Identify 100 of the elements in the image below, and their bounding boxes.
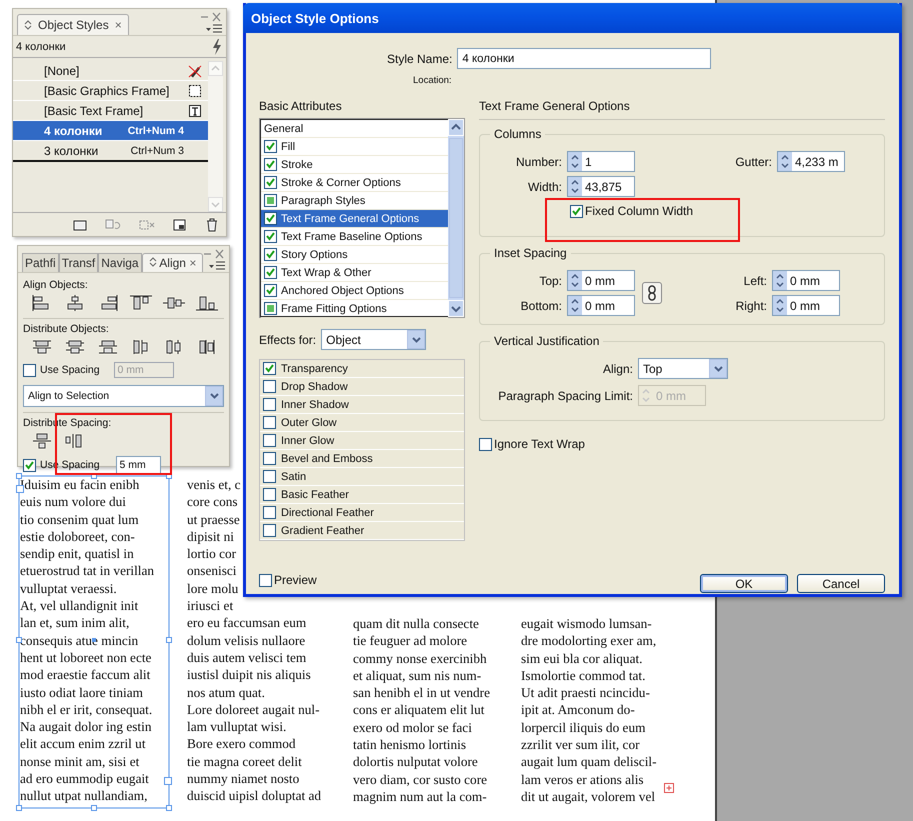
lightning-icon[interactable] bbox=[212, 38, 222, 54]
field-label: Width: bbox=[526, 180, 562, 194]
dialog-button[interactable]: Cancel bbox=[797, 574, 885, 593]
checkbox[interactable] bbox=[479, 438, 492, 450]
checkbox[interactable] bbox=[570, 204, 583, 218]
checkbox[interactable] bbox=[264, 140, 277, 153]
field-label: Align: bbox=[602, 362, 633, 376]
align-to-dropdown[interactable]: Align to Selection bbox=[23, 385, 224, 407]
align-icon[interactable] bbox=[130, 295, 152, 311]
checkbox[interactable] bbox=[263, 524, 276, 537]
distribute-icon[interactable] bbox=[64, 339, 86, 355]
section-label: Align Objects: bbox=[23, 279, 89, 291]
chain-link-button[interactable] bbox=[642, 282, 662, 304]
distribute-icon[interactable] bbox=[97, 339, 119, 355]
distribute-spacing-icon[interactable] bbox=[31, 433, 53, 449]
align-icon[interactable] bbox=[196, 295, 218, 311]
checkbox[interactable] bbox=[264, 230, 277, 243]
checkbox[interactable] bbox=[264, 212, 277, 225]
chevron-down-icon[interactable] bbox=[210, 393, 218, 399]
panel-tab[interactable]: Pathfi bbox=[22, 253, 59, 272]
align-icon[interactable] bbox=[163, 295, 185, 311]
panel-tab[interactable]: Transf bbox=[58, 253, 98, 272]
style-item[interactable]: [None] bbox=[13, 61, 208, 81]
attribute-item[interactable]: Story Options bbox=[261, 246, 448, 264]
panel-tab[interactable]: Object Styles × bbox=[17, 14, 129, 35]
text-line: ero eu faccumsan eum bbox=[187, 614, 306, 632]
overset-icon[interactable] bbox=[664, 783, 674, 793]
checkbox[interactable] bbox=[263, 506, 276, 519]
field-label: Top: bbox=[538, 274, 562, 288]
checkbox[interactable] bbox=[263, 470, 276, 483]
checkbox[interactable] bbox=[264, 158, 277, 171]
checkbox[interactable] bbox=[264, 302, 277, 315]
dialog-button[interactable]: OK bbox=[700, 574, 788, 593]
collapse-icon[interactable] bbox=[24, 20, 32, 30]
folder-icon[interactable] bbox=[73, 218, 87, 230]
align-dropdown[interactable]: Top bbox=[638, 358, 728, 379]
panel-menu-icon[interactable] bbox=[209, 261, 225, 271]
spinner-icon[interactable] bbox=[773, 271, 787, 290]
panel-menu-icon[interactable] bbox=[206, 24, 222, 34]
inset-field[interactable]: 0 mm bbox=[567, 270, 635, 291]
spinner-icon[interactable] bbox=[778, 152, 792, 171]
spinner-icon[interactable] bbox=[568, 271, 582, 290]
checkbox[interactable] bbox=[263, 398, 276, 411]
chevron-down-icon[interactable] bbox=[412, 336, 421, 342]
checkbox[interactable] bbox=[263, 488, 276, 501]
attribute-item[interactable]: Text Frame Baseline Options bbox=[261, 228, 448, 246]
checkbox[interactable] bbox=[264, 248, 277, 261]
checkbox[interactable] bbox=[264, 176, 277, 189]
checkbox[interactable] bbox=[263, 434, 276, 447]
inset-field[interactable]: 0 mm bbox=[567, 295, 635, 316]
spacing-field[interactable]: 5 mm bbox=[116, 456, 161, 474]
location-label: Location: bbox=[413, 75, 452, 86]
spinner-icon[interactable] bbox=[568, 296, 582, 315]
group-title: Inset Spacing bbox=[490, 246, 571, 260]
chain-link-icon bbox=[648, 285, 656, 301]
attribute-item[interactable]: General bbox=[261, 120, 448, 138]
new-style-icon[interactable] bbox=[173, 218, 187, 230]
collapse-icon[interactable] bbox=[148, 257, 157, 267]
attribute-item[interactable]: Fill bbox=[261, 138, 448, 156]
chevron-down-icon[interactable] bbox=[714, 366, 722, 372]
attribute-item[interactable]: Frame Fitting Options bbox=[261, 300, 448, 318]
spinner-icon[interactable] bbox=[773, 296, 787, 315]
field-label: Right: bbox=[734, 298, 767, 312]
text-line: cons er aliquatem elit lut bbox=[353, 701, 484, 719]
text-line: estie doloboreet, con- bbox=[20, 528, 135, 546]
gutter-field[interactable]: 4,233 m bbox=[777, 151, 845, 172]
attribute-item[interactable]: Anchored Object Options bbox=[261, 282, 448, 300]
panel-tab[interactable]: Naviga bbox=[98, 253, 142, 272]
attribute-item[interactable]: Text Wrap & Other bbox=[261, 264, 448, 282]
checkbox[interactable] bbox=[264, 266, 277, 279]
text-line: commy nonse exercinibh bbox=[353, 650, 487, 667]
attribute-item[interactable]: Stroke bbox=[261, 156, 448, 174]
checkbox[interactable] bbox=[263, 362, 276, 375]
trash-icon[interactable] bbox=[205, 218, 219, 232]
width-field[interactable]: 43,875 bbox=[567, 176, 635, 197]
inset-field[interactable]: 0 mm bbox=[772, 270, 840, 291]
checkbox[interactable] bbox=[263, 416, 276, 429]
attribute-item[interactable]: Text Frame General Options bbox=[261, 210, 448, 228]
number-field[interactable]: 1 bbox=[567, 151, 635, 172]
checkbox[interactable] bbox=[23, 458, 36, 472]
inset-field[interactable]: 0 mm bbox=[772, 295, 840, 316]
checkbox[interactable] bbox=[263, 380, 276, 393]
style-name-field[interactable]: 4 колонки bbox=[457, 48, 712, 69]
style-item[interactable]: 4 колонки Ctrl+Num 4 bbox=[13, 121, 208, 141]
effects-dropdown[interactable]: Object bbox=[321, 329, 426, 350]
selection-frame-drawing[interactable] bbox=[16, 473, 172, 811]
text-line: onsenisci bbox=[187, 562, 236, 580]
checkbox[interactable] bbox=[264, 194, 277, 207]
attribute-item[interactable]: Stroke & Corner Options bbox=[261, 174, 448, 192]
checkbox[interactable] bbox=[263, 452, 276, 465]
panel-tab[interactable]: Align × bbox=[142, 253, 204, 272]
distribute-icon[interactable] bbox=[31, 339, 53, 355]
spinner-icon[interactable] bbox=[568, 177, 582, 196]
style-item[interactable]: [Basic Graphics Frame] bbox=[13, 81, 208, 101]
text-frame-icon bbox=[188, 104, 202, 118]
checkbox[interactable] bbox=[259, 574, 272, 586]
text-line: mod eraestie faccum alit bbox=[20, 666, 150, 684]
checkbox[interactable] bbox=[264, 284, 277, 297]
text-line: hent ut loboreet non ecte bbox=[20, 648, 152, 666]
spinner-icon[interactable] bbox=[568, 152, 582, 171]
